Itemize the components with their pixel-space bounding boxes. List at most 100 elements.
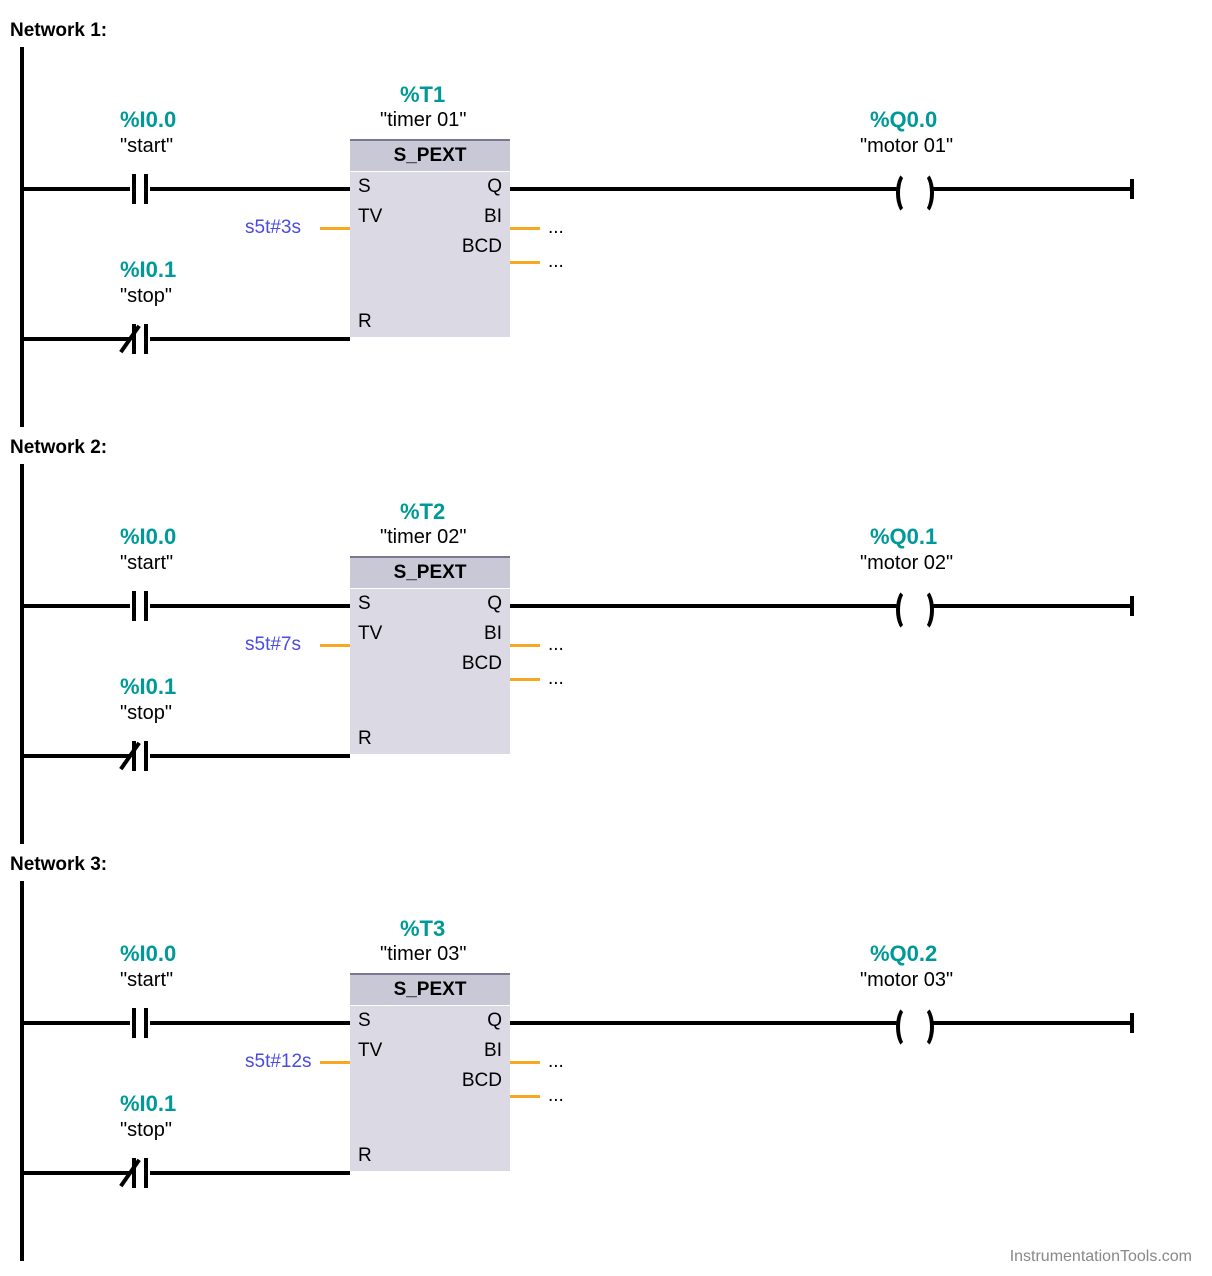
param-wire [320,227,350,230]
tv-value: s5t#3s [245,217,301,239]
wire [950,604,1130,608]
pin-bcd: BCD [462,236,502,258]
tv-value: s5t#7s [245,634,301,656]
stop-name: "stop" [120,1119,172,1142]
unconnected-dots: ... [548,634,564,656]
stop-addr: %I0.1 [120,674,176,700]
wire [24,1171,110,1175]
wire [24,187,110,191]
param-wire [510,644,540,647]
param-wire [320,644,350,647]
nc-contact-stop [110,319,170,359]
timer-type: S_PEXT [350,141,510,172]
wire [170,337,350,341]
unconnected-dots: ... [548,1085,564,1107]
nc-contact-stop [110,736,170,776]
timer-name: "timer 03" [380,943,466,966]
pin-q: Q [487,593,502,615]
wire [170,604,350,608]
param-wire [510,261,540,264]
stop-name: "stop" [120,285,172,308]
coil-addr: %Q0.0 [870,107,937,133]
start-name: "start" [120,135,173,158]
timer-addr: %T3 [400,916,445,942]
power-rail [20,881,24,1261]
stop-addr: %I0.1 [120,1091,176,1117]
param-wire [510,1061,540,1064]
timer-name: "timer 02" [380,526,466,549]
wire [24,1021,110,1025]
pin-s: S [358,1010,371,1032]
timer-block: S_PEXT S Q TV BI BCD R [350,973,510,1171]
start-name: "start" [120,969,173,992]
wire [24,337,110,341]
rung-terminator [1130,1013,1134,1033]
unconnected-dots: ... [548,217,564,239]
no-contact-start [110,1003,170,1043]
param-wire [510,678,540,681]
timer-type: S_PEXT [350,558,510,589]
timer-block: S_PEXT S Q TV BI BCD R [350,556,510,754]
output-coil [880,1003,950,1043]
param-wire [510,1095,540,1098]
coil-name: "motor 02" [860,552,953,575]
no-contact-start [110,169,170,209]
unconnected-dots: ... [548,1051,564,1073]
coil-name: "motor 03" [860,969,953,992]
pin-bcd: BCD [462,1070,502,1092]
coil-addr: %Q0.2 [870,941,937,967]
output-coil [880,586,950,626]
stop-name: "stop" [120,702,172,725]
wire [170,1021,350,1025]
timer-block: S_PEXT S Q TV BI BCD R [350,139,510,337]
pin-tv: TV [358,206,382,228]
pin-s: S [358,176,371,198]
network-title: Network 2: [10,437,1212,459]
pin-q: Q [487,176,502,198]
pin-q: Q [487,1010,502,1032]
pin-r: R [358,728,372,750]
param-wire [320,1061,350,1064]
wire [170,754,350,758]
footer-credit: InstrumentationTools.com [1010,1248,1192,1266]
wire [510,187,880,191]
wire [170,187,350,191]
network: %I0.0"start" %T3"timer 03" S_PEXT S Q TV BI BCD… [10,881,1212,1261]
unconnected-dots: ... [548,668,564,690]
start-addr: %I0.0 [120,941,176,967]
wire [510,604,880,608]
pin-bi: BI [484,206,502,228]
network: %I0.0"start"%T2"timer 02"S_PEXTSQTVBIBCD… [10,464,1212,844]
wire [510,1021,880,1025]
network-title: Network 1: [10,20,1212,42]
network: %I0.0"start" %T1"timer 01" S_PEXT S Q TV BI BCD… [10,47,1212,427]
param-wire [510,227,540,230]
coil-name: "motor 01" [860,135,953,158]
pin-r: R [358,1145,372,1167]
pin-tv: TV [358,1040,382,1062]
pin-s: S [358,593,371,615]
network-title: Network 3: [10,854,1212,876]
wire [24,754,110,758]
rung-terminator [1130,179,1134,199]
pin-bi: BI [484,623,502,645]
nc-contact-stop [110,1153,170,1193]
no-contact-start [110,586,170,626]
power-rail [20,47,24,427]
pin-bcd: BCD [462,653,502,675]
start-addr: %I0.0 [120,107,176,133]
pin-bi: BI [484,1040,502,1062]
timer-addr: %T1 [400,82,445,108]
pin-tv: TV [358,623,382,645]
coil-addr: %Q0.1 [870,524,937,550]
stop-addr: %I0.1 [120,257,176,283]
tv-value: s5t#12s [245,1051,312,1073]
wire [170,1171,350,1175]
pin-r: R [358,311,372,333]
timer-type: S_PEXT [350,975,510,1006]
wire [950,187,1130,191]
start-name: "start" [120,552,173,575]
start-addr: %I0.0 [120,524,176,550]
timer-name: "timer 01" [380,109,466,132]
unconnected-dots: ... [548,251,564,273]
